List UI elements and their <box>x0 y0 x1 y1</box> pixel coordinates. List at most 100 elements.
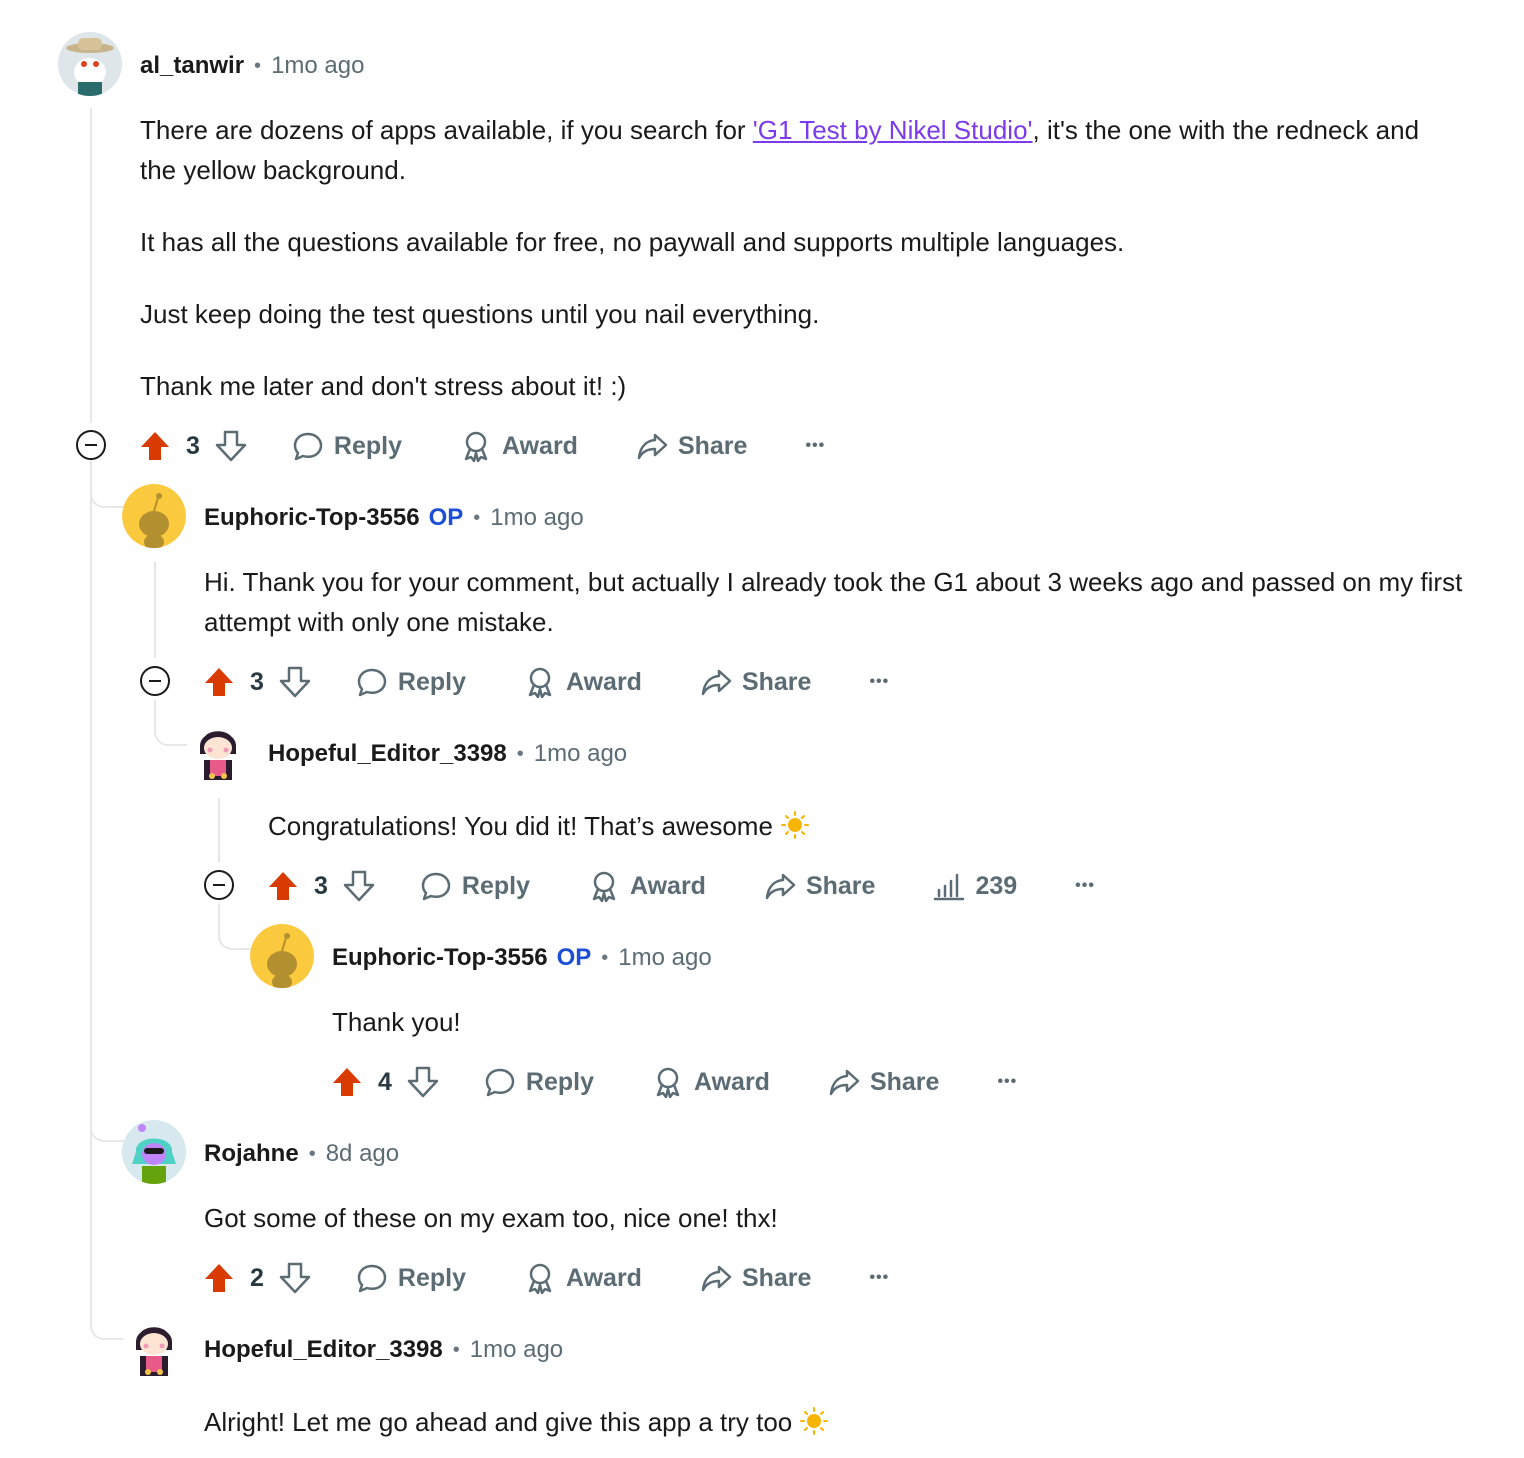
share-button[interactable]: Share <box>700 1262 811 1294</box>
share-button[interactable]: Share <box>764 870 875 902</box>
timestamp[interactable]: 8d ago <box>326 1140 399 1168</box>
separator-dot: • <box>254 54 262 77</box>
reply-button[interactable]: Reply <box>356 1262 466 1294</box>
reply-button[interactable]: Reply <box>484 1066 594 1098</box>
action-bar: 2 Reply Award Share ••• <box>202 1258 889 1298</box>
views-icon <box>934 873 965 901</box>
award-button[interactable]: Award <box>588 870 706 902</box>
username[interactable]: al_tanwir <box>140 52 244 80</box>
more-icon[interactable]: ••• <box>1075 877 1095 895</box>
thread-line-level-1 <box>90 108 92 423</box>
downvote-icon[interactable] <box>342 869 376 903</box>
vote-count: 3 <box>314 871 328 900</box>
downvote-icon[interactable] <box>278 665 312 699</box>
reply-icon <box>357 668 387 697</box>
share-button[interactable]: Share <box>636 430 747 462</box>
comment-header: Euphoric-Top-3556 OP • 1mo ago <box>332 941 712 975</box>
username[interactable]: Hopeful_Editor_3398 <box>268 740 507 768</box>
comment-paragraph: Just keep doing the test questions until… <box>140 299 820 329</box>
comment-header: Euphoric-Top-3556 OP • 1mo ago <box>204 501 584 535</box>
comment-body: Thank you! <box>332 1002 1432 1042</box>
collapse-icon[interactable] <box>204 870 234 900</box>
avatar[interactable] <box>122 484 186 548</box>
timestamp[interactable]: 1mo ago <box>534 740 627 768</box>
collapse-icon[interactable] <box>140 666 170 696</box>
award-icon <box>656 1067 680 1098</box>
comment-header: Hopeful_Editor_3398 • 1mo ago <box>268 737 627 771</box>
downvote-icon[interactable] <box>278 1261 312 1295</box>
sun-emoji-icon <box>780 810 809 850</box>
award-label: Award <box>566 1263 642 1292</box>
more-icon[interactable]: ••• <box>805 437 825 455</box>
avatar[interactable] <box>250 924 314 988</box>
avatar[interactable] <box>58 32 122 96</box>
reply-label: Reply <box>525 1067 594 1096</box>
comment-paragraph: Got some of these on my exam too, nice o… <box>204 1203 778 1233</box>
app-link[interactable]: 'G1 Test by Nikel Studio' <box>753 115 1033 145</box>
thread-line-level-3 <box>218 798 220 862</box>
award-icon <box>528 1263 552 1294</box>
username[interactable]: Euphoric-Top-3556 <box>204 504 420 532</box>
vote-count: 4 <box>378 1067 392 1096</box>
comment-paragraph: Alright! Let me go ahead and give this a… <box>204 1402 1404 1446</box>
username[interactable]: Euphoric-Top-3556 <box>332 944 548 972</box>
award-label: Award <box>566 667 642 696</box>
upvote-icon[interactable] <box>266 869 300 903</box>
award-label: Award <box>694 1067 770 1096</box>
avatar[interactable] <box>122 1120 186 1184</box>
separator-dot: • <box>308 1142 316 1165</box>
share-label: Share <box>805 871 876 900</box>
comment-body: There are dozens of apps available, if y… <box>140 110 1460 406</box>
award-button[interactable]: Award <box>652 1066 770 1098</box>
vote-count: 2 <box>250 1263 264 1292</box>
collapse-icon[interactable] <box>76 430 106 460</box>
thread-elbow <box>90 1112 124 1340</box>
views-button[interactable]: 239 <box>933 870 1017 902</box>
downvote-icon[interactable] <box>406 1065 440 1099</box>
avatar[interactable] <box>122 1316 186 1380</box>
award-button[interactable]: Award <box>460 430 578 462</box>
text: There are dozens of apps available, if y… <box>140 115 753 145</box>
more-icon[interactable]: ••• <box>869 673 889 691</box>
vote-count: 3 <box>250 667 264 696</box>
award-icon <box>528 667 552 698</box>
reply-button[interactable]: Reply <box>356 666 466 698</box>
comment-body: Alright! Let me go ahead and give this a… <box>204 1402 1404 1446</box>
reply-button[interactable]: Reply <box>420 870 530 902</box>
award-icon <box>592 871 616 902</box>
upvote-icon[interactable] <box>138 429 172 463</box>
username[interactable]: Hopeful_Editor_3398 <box>204 1336 443 1364</box>
more-icon[interactable]: ••• <box>997 1073 1017 1091</box>
comment-body: Got some of these on my exam too, nice o… <box>204 1198 1404 1238</box>
award-button[interactable]: Award <box>524 1262 642 1294</box>
timestamp[interactable]: 1mo ago <box>618 944 711 972</box>
reply-button[interactable]: Reply <box>292 430 402 462</box>
timestamp[interactable]: 1mo ago <box>490 504 583 532</box>
upvote-icon[interactable] <box>202 665 236 699</box>
share-label: Share <box>741 1263 812 1292</box>
separator-dot: • <box>473 506 481 529</box>
share-button[interactable]: Share <box>700 666 811 698</box>
comment-paragraph: Congratulations! You did it! That’s awes… <box>268 806 1468 850</box>
thread-line-level-2 <box>154 562 156 658</box>
comment-paragraph: Thank you! <box>332 1007 461 1037</box>
separator-dot: • <box>516 742 524 765</box>
avatar[interactable] <box>186 720 250 784</box>
separator-dot: • <box>601 946 609 969</box>
award-button[interactable]: Award <box>524 666 642 698</box>
timestamp[interactable]: 1mo ago <box>470 1336 563 1364</box>
op-badge: OP <box>556 944 592 971</box>
upvote-icon[interactable] <box>330 1065 364 1099</box>
action-bar: 3 Reply Award Share 239 ••• <box>266 866 1095 906</box>
reply-icon <box>293 432 323 461</box>
timestamp[interactable]: 1mo ago <box>271 52 364 80</box>
thread-line-level-1b <box>90 462 92 1112</box>
more-icon[interactable]: ••• <box>869 1269 889 1287</box>
upvote-icon[interactable] <box>202 1261 236 1295</box>
award-label: Award <box>502 431 578 460</box>
username[interactable]: Rojahne <box>204 1140 299 1168</box>
op-badge: OP <box>428 504 464 531</box>
text: Congratulations! You did it! That’s awes… <box>268 811 773 841</box>
downvote-icon[interactable] <box>214 429 248 463</box>
share-button[interactable]: Share <box>828 1066 939 1098</box>
